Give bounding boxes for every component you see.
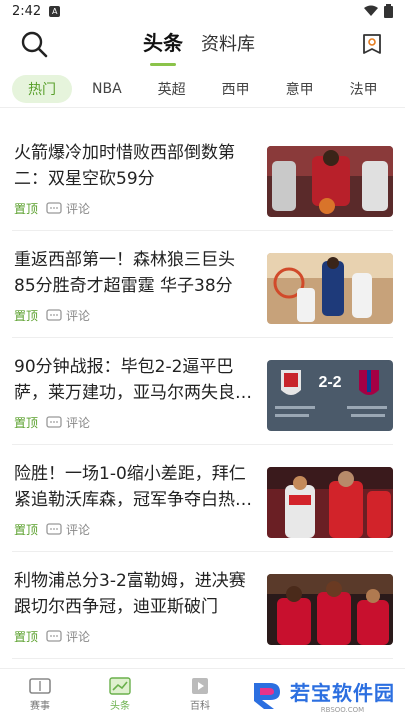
watermark-logo-icon [254, 682, 280, 709]
battery-icon [384, 4, 393, 18]
notification-icon: A [49, 5, 61, 17]
article-card[interactable]: 利物浦总分3-2富勒姆，进决赛跟切尔西争冠，迪亚斯破门 置顶 评论 [12, 552, 393, 659]
comment-icon [46, 308, 62, 321]
comment-label: 评论 [66, 309, 91, 323]
article-thumbnail [267, 146, 393, 217]
article-thumbnail [267, 574, 393, 645]
comment-button[interactable]: 评论 [46, 200, 90, 217]
comment-label: 评论 [66, 630, 91, 644]
article-title: 利物浦总分3-2富勒姆，进决赛跟切尔西争冠，迪亚斯破门 [14, 571, 246, 617]
article-title: 90分钟战报：毕包2-2逼平巴萨，莱万建功，亚马尔两失良… [14, 357, 252, 403]
article-card[interactable]: 险胜！一场1-0缩小差距，拜仁紧追勒沃库森，冠军争夺白热… 置顶 评论 [12, 445, 393, 552]
nav-encyclopedia[interactable]: 百科 [160, 669, 240, 720]
status-time: 2:42 [12, 3, 42, 19]
article-thumbnail [267, 253, 393, 324]
nav-matches[interactable]: 赛事 [0, 669, 80, 720]
scoreboard-icon [29, 678, 51, 694]
comment-icon [46, 201, 62, 214]
message-icon[interactable] [361, 32, 383, 58]
watermark-text: 若宝软件园 [290, 681, 395, 705]
pinned-label: 置顶 [14, 202, 39, 216]
comment-label: 评论 [66, 416, 91, 430]
channel-serie-a[interactable]: 意甲 [270, 75, 330, 103]
article-thumbnail: 2-2 [267, 360, 393, 431]
article-card[interactable]: 火箭爆冷加时惜败西部倒数第二：双星空砍59分 置顶 评论 [12, 124, 393, 231]
wifi-icon [364, 5, 378, 16]
comment-icon [46, 629, 62, 642]
pinned-label: 置顶 [14, 523, 39, 537]
channel-la-liga[interactable]: 西甲 [206, 75, 266, 103]
comment-button[interactable]: 评论 [46, 521, 90, 538]
watermark: 若宝软件园 RBSOO.COM [246, 675, 399, 716]
article-title: 火箭爆冷加时惜败西部倒数第二：双星空砍59分 [14, 143, 235, 189]
article-thumbnail [267, 467, 393, 538]
watermark-subtext: RBSOO.COM [320, 706, 365, 714]
comment-button[interactable]: 评论 [46, 414, 90, 431]
chart-icon [109, 677, 131, 695]
channel-bar: 热门 NBA 英超 西甲 意甲 法甲 德 [0, 70, 405, 108]
status-bar: 2:42 A [0, 0, 405, 22]
tab-headlines[interactable]: 头条 [143, 27, 183, 64]
channel-nba[interactable]: NBA [76, 77, 138, 101]
search-icon[interactable] [20, 30, 48, 58]
channel-ligue-1[interactable]: 法甲 [334, 75, 394, 103]
nav-encyclopedia-label: 百科 [190, 701, 210, 712]
comment-icon [46, 415, 62, 428]
article-title: 重返西部第一！森林狼三巨头85分胜奇才超雷霆 华子38分 [14, 250, 235, 296]
pinned-label: 置顶 [14, 416, 39, 430]
pinned-label: 置顶 [14, 309, 39, 323]
article-feed: 火箭爆冷加时惜败西部倒数第二：双星空砍59分 置顶 评论 重返西部第一！森林狼三… [0, 124, 405, 659]
comment-label: 评论 [66, 202, 91, 216]
nav-matches-label: 赛事 [30, 701, 50, 712]
nav-headlines[interactable]: 头条 [80, 669, 160, 720]
play-icon [192, 678, 208, 694]
nav-headlines-label: 头条 [110, 701, 130, 712]
comment-label: 评论 [66, 523, 91, 537]
top-nav: 头条 资料库 [0, 26, 405, 64]
article-card[interactable]: 重返西部第一！森林狼三巨头85分胜奇才超雷霆 华子38分 置顶 评论 [12, 231, 393, 338]
channel-premier-league[interactable]: 英超 [142, 75, 202, 103]
comment-button[interactable]: 评论 [46, 307, 90, 324]
article-card[interactable]: 90分钟战报：毕包2-2逼平巴萨，莱万建功，亚马尔两失良… 置顶 评论 2-2 [12, 338, 393, 445]
comment-button[interactable]: 评论 [46, 628, 90, 645]
channel-hot[interactable]: 热门 [12, 74, 72, 103]
channel-bundesliga[interactable]: 德 [398, 75, 405, 103]
tab-database[interactable]: 资料库 [201, 30, 255, 64]
article-title: 险胜！一场1-0缩小差距，拜仁紧追勒沃库森，冠军争夺白热… [14, 464, 252, 510]
comment-icon [46, 522, 62, 535]
pinned-label: 置顶 [14, 630, 39, 644]
match-score: 2-2 [318, 374, 341, 391]
